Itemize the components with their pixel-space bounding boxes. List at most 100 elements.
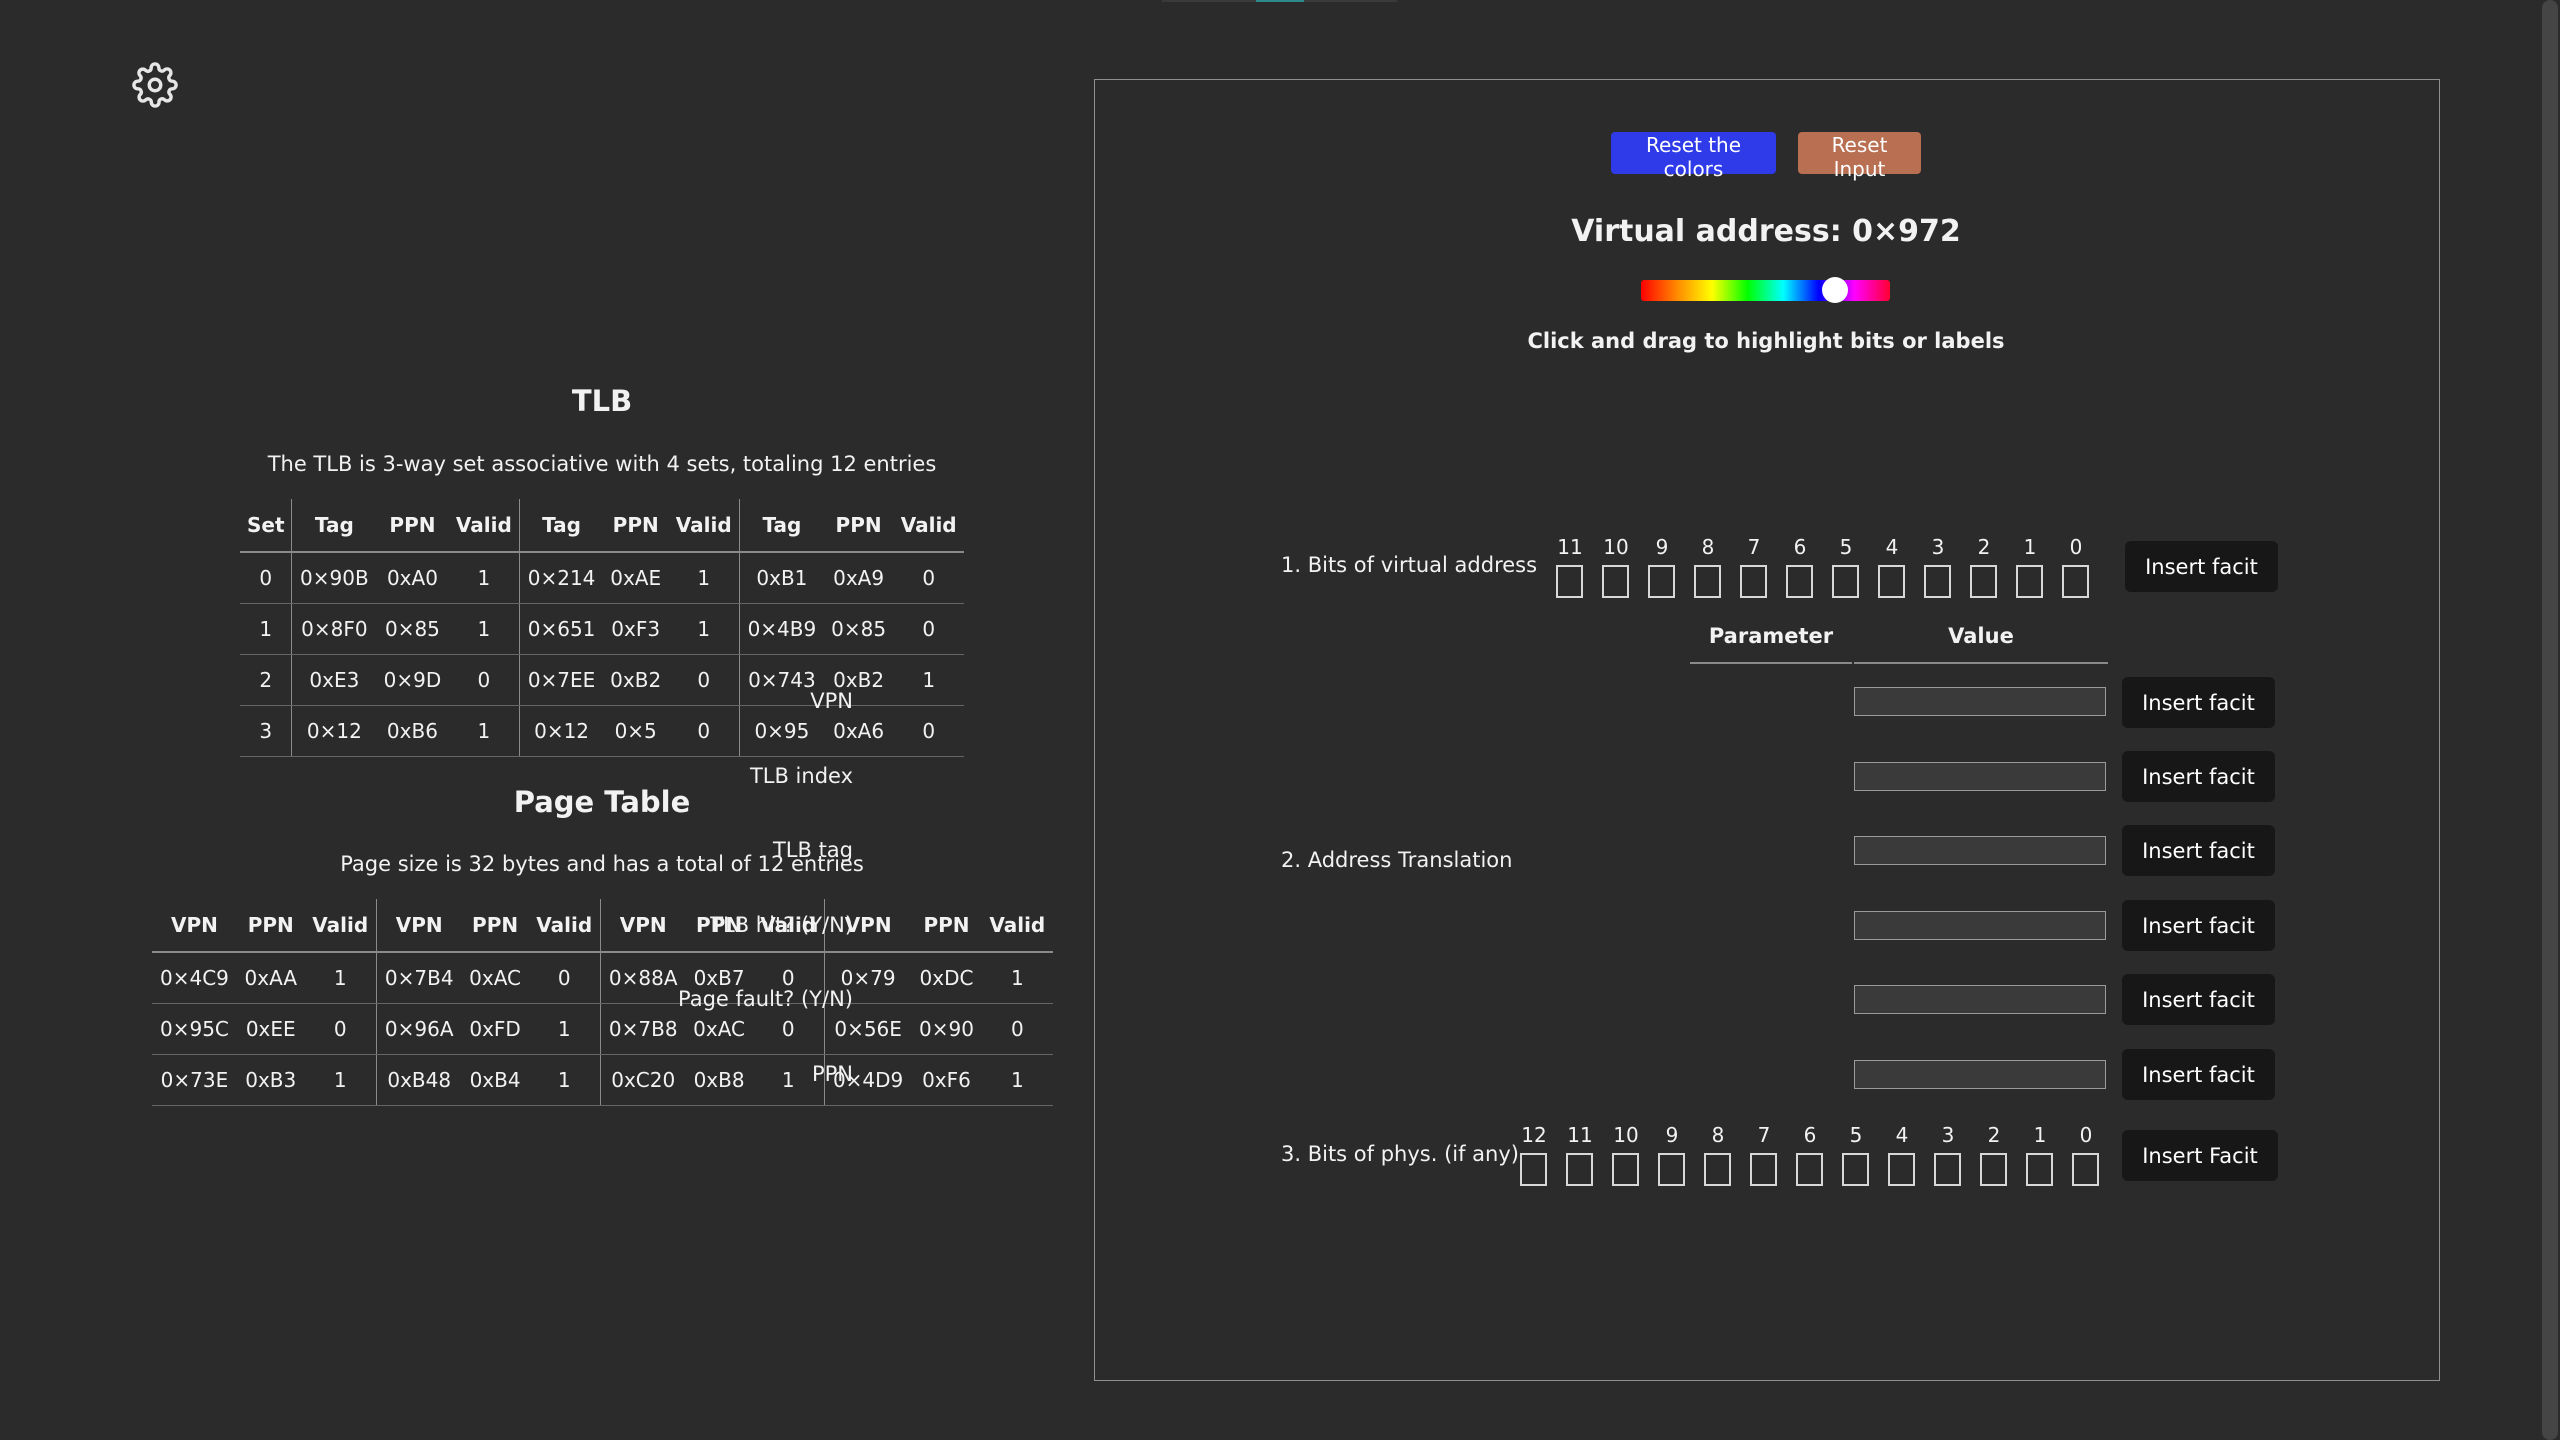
tlb-tag-insert-facit-button[interactable]: Insert facit xyxy=(2122,825,2275,876)
pa-bit-box[interactable] xyxy=(1704,1153,1731,1186)
pa-bit-box[interactable] xyxy=(1566,1153,1593,1186)
vpn-input[interactable] xyxy=(1854,687,2106,716)
gear-icon[interactable] xyxy=(132,62,178,108)
tlb-header-valid: Valid xyxy=(893,499,964,553)
va-bit-box[interactable] xyxy=(1602,565,1629,598)
param-label-page-fault: Page fault? (Y/N) xyxy=(678,987,853,1011)
parameter-header: Parameter xyxy=(1708,624,1834,648)
tlb-index-input[interactable] xyxy=(1854,762,2106,791)
tlb-cell: 0×90B xyxy=(291,552,377,604)
ppn-input[interactable] xyxy=(1854,1060,2106,1089)
va-bit-box[interactable] xyxy=(2016,565,2043,598)
va-bit-box[interactable] xyxy=(1786,565,1813,598)
tlb-cell: 0×4B9 xyxy=(738,603,824,655)
pt-header-vpn: VPN xyxy=(375,899,462,953)
va-bit-box[interactable] xyxy=(1832,565,1859,598)
tlb-cell: 0xA6 xyxy=(823,705,894,757)
pa-bits-label: 3. Bits of phys. (if any) xyxy=(1281,1142,1519,1166)
pt-header-valid: Valid xyxy=(528,899,601,953)
ppn-insert-facit-button[interactable]: Insert facit xyxy=(2122,1049,2275,1100)
pa-bit-box[interactable] xyxy=(1842,1153,1869,1186)
pt-cell: 0 xyxy=(981,1003,1053,1055)
parameter-header-line xyxy=(1690,662,1852,664)
tlb-cell: 0xB6 xyxy=(376,705,449,757)
tlb-cell: 0×12 xyxy=(519,705,603,757)
tlb-cell: 0×8F0 xyxy=(291,603,377,655)
pt-cell: 0×88A xyxy=(599,952,686,1004)
color-hue-slider[interactable] xyxy=(1641,280,1890,301)
tlb-cell: 3 xyxy=(240,705,292,757)
pa-insert-facit-button[interactable]: Insert Facit xyxy=(2122,1130,2278,1181)
tlb-cell: 0xE3 xyxy=(291,654,377,706)
tlb-index-insert-facit-button[interactable]: Insert facit xyxy=(2122,751,2275,802)
table-row: 0×95C 0xEE 0 0×96A 0xFD 1 0×7B8 0xAC 0 0… xyxy=(152,1003,1053,1055)
pa-bit-box[interactable] xyxy=(1934,1153,1961,1186)
pa-bit-box[interactable] xyxy=(1520,1153,1547,1186)
tlb-cell: 0 xyxy=(893,705,964,757)
tlb-header-tag: Tag xyxy=(291,499,377,553)
pt-cell: 0 xyxy=(528,952,601,1004)
pa-bit-box[interactable] xyxy=(1750,1153,1777,1186)
pt-cell: 1 xyxy=(304,952,377,1004)
va-bit-box[interactable] xyxy=(1878,565,1905,598)
pa-bit-box[interactable] xyxy=(1612,1153,1639,1186)
tlb-header-ppn: PPN xyxy=(602,499,669,553)
reset-input-button[interactable]: Reset Input xyxy=(1798,132,1921,181)
pa-bit-box[interactable] xyxy=(2026,1153,2053,1186)
tlb-hit-input[interactable] xyxy=(1854,911,2106,940)
va-bit-box[interactable] xyxy=(1556,565,1583,598)
tlb-header-valid: Valid xyxy=(448,499,520,553)
tlb-cell: 0xA9 xyxy=(823,552,894,604)
pa-bit-number: 9 xyxy=(1665,1123,1679,1147)
page-fault-insert-facit-button[interactable]: Insert facit xyxy=(2122,974,2275,1025)
va-bit-box[interactable] xyxy=(1648,565,1675,598)
pt-cell: 0×73E xyxy=(152,1054,237,1106)
scrollbar-track[interactable] xyxy=(2540,0,2560,1440)
tlb-cell: 1 xyxy=(448,705,520,757)
table-row: 0×73E 0xB3 1 0xB48 0xB4 1 0xC20 0xB8 1 0… xyxy=(152,1054,1053,1106)
reset-colors-button[interactable]: Reset the colors xyxy=(1611,132,1776,181)
va-bit-box[interactable] xyxy=(1924,565,1951,598)
pt-cell: 0xFD xyxy=(461,1003,529,1055)
tlb-cell: 0 xyxy=(240,552,292,604)
va-bit-number: 11 xyxy=(1557,535,1583,559)
tlb-cell: 0×214 xyxy=(519,552,603,604)
pa-bit-box[interactable] xyxy=(1796,1153,1823,1186)
translation-label: 2. Address Translation xyxy=(1281,848,1513,872)
tlb-cell: 0×85 xyxy=(823,603,894,655)
tlb-cell: 0 xyxy=(668,705,740,757)
va-insert-facit-button[interactable]: Insert facit xyxy=(2125,541,2278,592)
tlb-description: The TLB is 3-way set associative with 4 … xyxy=(267,452,937,476)
pa-bit-box[interactable] xyxy=(1980,1153,2007,1186)
page-fault-input[interactable] xyxy=(1854,985,2106,1014)
table-row: 1 0×8F0 0×85 1 0×651 0xF3 1 0×4B9 0×85 0 xyxy=(240,603,964,655)
va-bit-box[interactable] xyxy=(1694,565,1721,598)
va-bit-box[interactable] xyxy=(1740,565,1767,598)
tlb-tag-input[interactable] xyxy=(1854,836,2106,865)
pt-cell: 0xF6 xyxy=(911,1054,982,1106)
tlb-hit-insert-facit-button[interactable]: Insert facit xyxy=(2122,900,2275,951)
pt-header-ppn: PPN xyxy=(461,899,529,953)
pa-bit-number: 5 xyxy=(1849,1123,1863,1147)
tlb-cell: 0xB1 xyxy=(738,552,824,604)
pt-cell: 0×56E xyxy=(823,1003,912,1055)
va-bit-box[interactable] xyxy=(1970,565,1997,598)
tlb-cell: 0×85 xyxy=(376,603,449,655)
pt-cell: 1 xyxy=(981,1054,1053,1106)
pt-header-ppn: PPN xyxy=(911,899,982,953)
scrollbar-thumb[interactable] xyxy=(2542,0,2558,1440)
pa-bit-box[interactable] xyxy=(1658,1153,1685,1186)
pa-bit-number: 4 xyxy=(1895,1123,1909,1147)
param-label-tlb-hit: TLB hit? (Y/N) xyxy=(710,913,853,937)
pa-bit-box[interactable] xyxy=(1888,1153,1915,1186)
va-bit-box[interactable] xyxy=(2062,565,2089,598)
tlb-cell: 0×9D xyxy=(376,654,449,706)
tlb-header-row: Set Tag PPN Valid Tag PPN Valid Tag PPN … xyxy=(240,499,964,553)
tlb-cell: 0×12 xyxy=(291,705,377,757)
vpn-insert-facit-button[interactable]: Insert facit xyxy=(2122,677,2275,728)
tlb-header-valid: Valid xyxy=(668,499,740,553)
pa-bit-box[interactable] xyxy=(2072,1153,2099,1186)
va-bit-number: 1 xyxy=(2023,535,2037,559)
tlb-cell: 0×95 xyxy=(738,705,824,757)
tlb-header-set: Set xyxy=(240,499,292,553)
